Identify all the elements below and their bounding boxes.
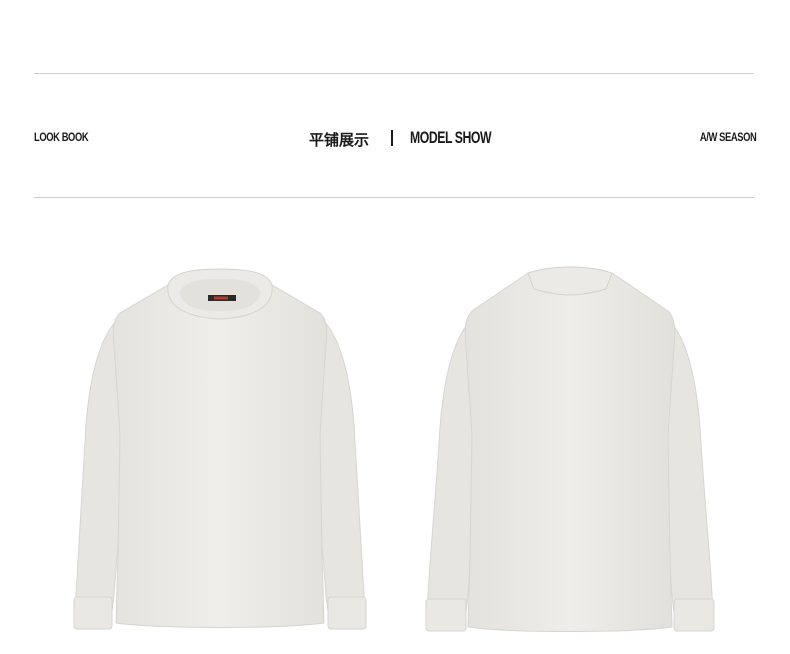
bottom-divider-line: [34, 197, 754, 198]
season-label: A/W SEASON: [699, 130, 757, 144]
section-title-cn: 平铺展示: [309, 131, 370, 149]
shirt-front-illustration: [73, 268, 367, 630]
section-header: LOOK BOOK 平铺展示 MODEL SHOW A/W SEASON: [34, 124, 756, 152]
product-front-image: [60, 255, 380, 645]
section-title-en: MODEL SHOW: [410, 128, 492, 147]
product-back-image: [410, 255, 730, 645]
title-separator: [391, 130, 393, 146]
section-title: 平铺展示 MODEL SHOW: [309, 126, 509, 150]
shirt-back-illustration: [425, 266, 715, 632]
look-book-label: LOOK BOOK: [34, 130, 89, 144]
top-divider-line: [34, 73, 754, 74]
